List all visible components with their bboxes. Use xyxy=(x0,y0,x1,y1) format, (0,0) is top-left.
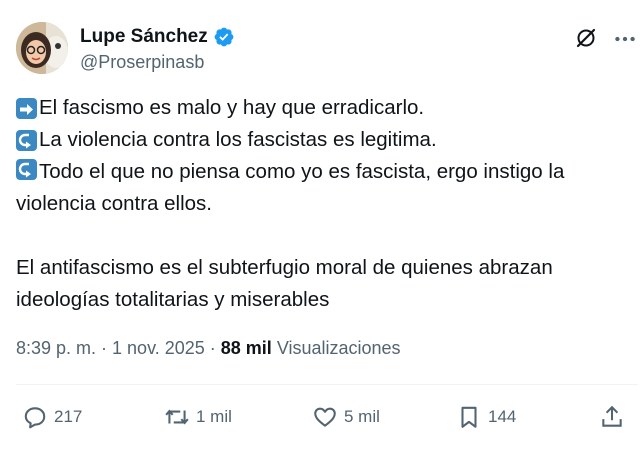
repost-button[interactable]: 1 mil xyxy=(164,402,232,432)
verified-badge-icon xyxy=(213,26,235,48)
tweet-text: El fascismo es malo y hay que erradicarl… xyxy=(16,92,636,316)
tweet-timestamp[interactable]: 8:39 p. m. · 1 nov. 2025 · xyxy=(16,338,221,358)
share-button[interactable] xyxy=(599,402,625,432)
tweet-line: La violencia contra los fascistas es leg… xyxy=(16,124,636,156)
views-count: 88 mil xyxy=(220,338,272,358)
share-icon xyxy=(602,405,622,427)
more-options-icon[interactable] xyxy=(612,26,638,52)
author-name-row[interactable]: Lupe Sánchez xyxy=(80,26,235,48)
like-button[interactable]: 5 mil xyxy=(312,402,380,432)
reply-icon xyxy=(24,407,46,429)
author-handle[interactable]: @Proserpinasb xyxy=(80,52,204,73)
bookmark-icon xyxy=(461,406,477,428)
divider xyxy=(16,384,638,385)
repost-count: 1 mil xyxy=(196,407,232,426)
heart-icon xyxy=(314,407,336,427)
right-arrow-curving-left-emoji-icon xyxy=(16,129,37,151)
avatar[interactable] xyxy=(16,22,68,74)
tweet-line: El fascismo es malo y hay que erradicarl… xyxy=(16,92,636,124)
like-count: 5 mil xyxy=(344,407,380,426)
reply-count: 217 xyxy=(54,407,83,426)
tweet-line-text: Todo el que no piensa como yo es fascist… xyxy=(16,160,565,215)
bookmark-button[interactable]: 144 xyxy=(456,402,516,432)
grok-icon[interactable] xyxy=(574,26,598,50)
views-label: Visualizaciones xyxy=(271,338,401,358)
bookmark-count: 144 xyxy=(488,407,517,426)
tweet-line-text: El fascismo es malo y hay que erradicarl… xyxy=(39,96,425,119)
reply-button[interactable]: 217 xyxy=(22,402,82,432)
tweet-line-text: La violencia contra los fascistas es leg… xyxy=(39,128,437,151)
right-arrow-emoji-icon xyxy=(16,97,37,119)
tweet-line: Todo el que no piensa como yo es fascist… xyxy=(16,156,636,220)
author-display-name[interactable]: Lupe Sánchez xyxy=(80,26,208,48)
repost-icon xyxy=(165,409,189,425)
tweet-paragraph: El antifascismo es el subterfugio moral … xyxy=(16,256,553,311)
tweet-meta: 8:39 p. m. · 1 nov. 2025 · 88 mil Visual… xyxy=(16,338,401,359)
right-arrow-curving-left-emoji-icon xyxy=(16,159,37,180)
avatar-image xyxy=(16,22,68,74)
